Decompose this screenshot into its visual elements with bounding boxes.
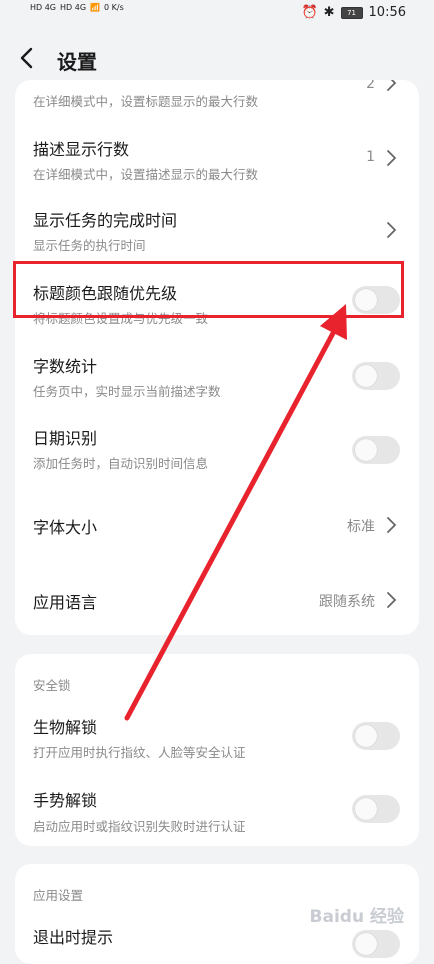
row-subtitle: 任务页中，实时显示当前描述字数 bbox=[33, 384, 221, 399]
list-item-desc-lines[interactable]: 描述显示行数 在详细模式中，设置描述显示的最大行数 1 bbox=[15, 120, 419, 190]
chevron-right-icon bbox=[387, 80, 397, 91]
list-item-gesture-unlock[interactable]: 手势解锁 启动应用时或指纹识别失败时进行认证 bbox=[15, 776, 419, 846]
row-subtitle: 添加任务时，自动识别时间信息 bbox=[33, 456, 209, 471]
row-value: 标准 bbox=[347, 519, 375, 535]
date-recognition-toggle[interactable] bbox=[352, 436, 400, 464]
list-item-word-count[interactable]: 字数统计 任务页中，实时显示当前描述字数 bbox=[15, 336, 419, 408]
page-title: 设置 bbox=[57, 50, 97, 74]
list-item-completion-time[interactable]: 显示任务的完成时间 显示任务的执行时间 bbox=[15, 190, 419, 260]
battery-icon: 71 bbox=[340, 6, 363, 19]
list-item-date-recognition[interactable]: 日期识别 添加任务时，自动识别时间信息 bbox=[15, 408, 419, 480]
watermark: Baidu 经验 bbox=[309, 907, 404, 927]
row-title: 字体大小 bbox=[33, 518, 98, 537]
net-speed: 0 K/s bbox=[104, 3, 124, 12]
alarm-icon: ⏰ bbox=[301, 5, 318, 20]
section-label: 安全锁 bbox=[33, 678, 71, 693]
security-lock-card: 安全锁 生物解锁 打开应用时执行指纹、人脸等安全认证 手势解锁 启动应用时或指纹… bbox=[15, 654, 419, 846]
row-subtitle: 在详细模式中，设置标题显示的最大行数 bbox=[33, 94, 259, 109]
row-title: 应用语言 bbox=[33, 593, 98, 612]
row-title: 显示任务的完成时间 bbox=[33, 211, 178, 230]
chevron-right-icon bbox=[387, 517, 397, 533]
biometric-unlock-toggle[interactable] bbox=[352, 722, 400, 750]
back-arrow-icon[interactable] bbox=[16, 46, 40, 70]
row-title: 手势解锁 bbox=[33, 791, 98, 810]
app-header: 设置 bbox=[0, 36, 434, 86]
row-title: 退出时提示 bbox=[33, 928, 114, 947]
row-title: 描述显示行数 bbox=[33, 140, 130, 159]
status-right: ⏰ ✱ 71 10:56 bbox=[301, 5, 406, 20]
chevron-right-icon bbox=[387, 592, 397, 608]
row-value: 跟随系统 bbox=[319, 594, 375, 610]
highlight-box bbox=[13, 261, 404, 318]
list-item-title-lines[interactable]: 在详细模式中，设置标题显示的最大行数 2 bbox=[15, 80, 419, 120]
row-subtitle: 打开应用时执行指纹、人脸等安全认证 bbox=[33, 745, 246, 760]
row-subtitle: 在详细模式中，设置描述显示的最大行数 bbox=[33, 167, 259, 182]
list-item-app-language[interactable]: 应用语言 跟随系统 bbox=[15, 565, 419, 635]
signal-2: HD 4G bbox=[60, 3, 87, 12]
list-item-font-size[interactable]: 字体大小 标准 bbox=[15, 490, 419, 560]
word-count-toggle[interactable] bbox=[352, 362, 400, 390]
chevron-right-icon bbox=[387, 222, 397, 238]
display-settings-card: 在详细模式中，设置标题显示的最大行数 2 描述显示行数 在详细模式中，设置描述显… bbox=[15, 80, 419, 635]
bluetooth-icon: ✱ bbox=[323, 5, 335, 20]
row-subtitle: 启动应用时或指纹识别失败时进行认证 bbox=[33, 819, 246, 834]
gesture-unlock-toggle[interactable] bbox=[352, 795, 400, 823]
row-value: 1 bbox=[366, 149, 375, 165]
row-title: 生物解锁 bbox=[33, 718, 98, 737]
row-value: 2 bbox=[366, 80, 375, 92]
section-label: 应用设置 bbox=[33, 888, 84, 903]
row-title: 日期识别 bbox=[33, 429, 98, 448]
status-bar: HD 4G HD 4G 📶 0 K/s ⏰ ✱ 71 10:56 bbox=[0, 0, 434, 28]
row-subtitle: 显示任务的执行时间 bbox=[33, 238, 146, 253]
list-item-biometric-unlock[interactable]: 生物解锁 打开应用时执行指纹、人脸等安全认证 bbox=[15, 702, 419, 774]
chevron-right-icon bbox=[387, 150, 397, 166]
network-indicators: HD 4G HD 4G 📶 0 K/s bbox=[30, 3, 128, 12]
row-title: 字数统计 bbox=[33, 357, 98, 376]
wifi-icon: 📶 bbox=[90, 3, 100, 12]
signal-1: HD 4G bbox=[30, 3, 57, 12]
exit-prompt-toggle[interactable] bbox=[352, 930, 400, 958]
clock: 10:56 bbox=[368, 5, 406, 20]
